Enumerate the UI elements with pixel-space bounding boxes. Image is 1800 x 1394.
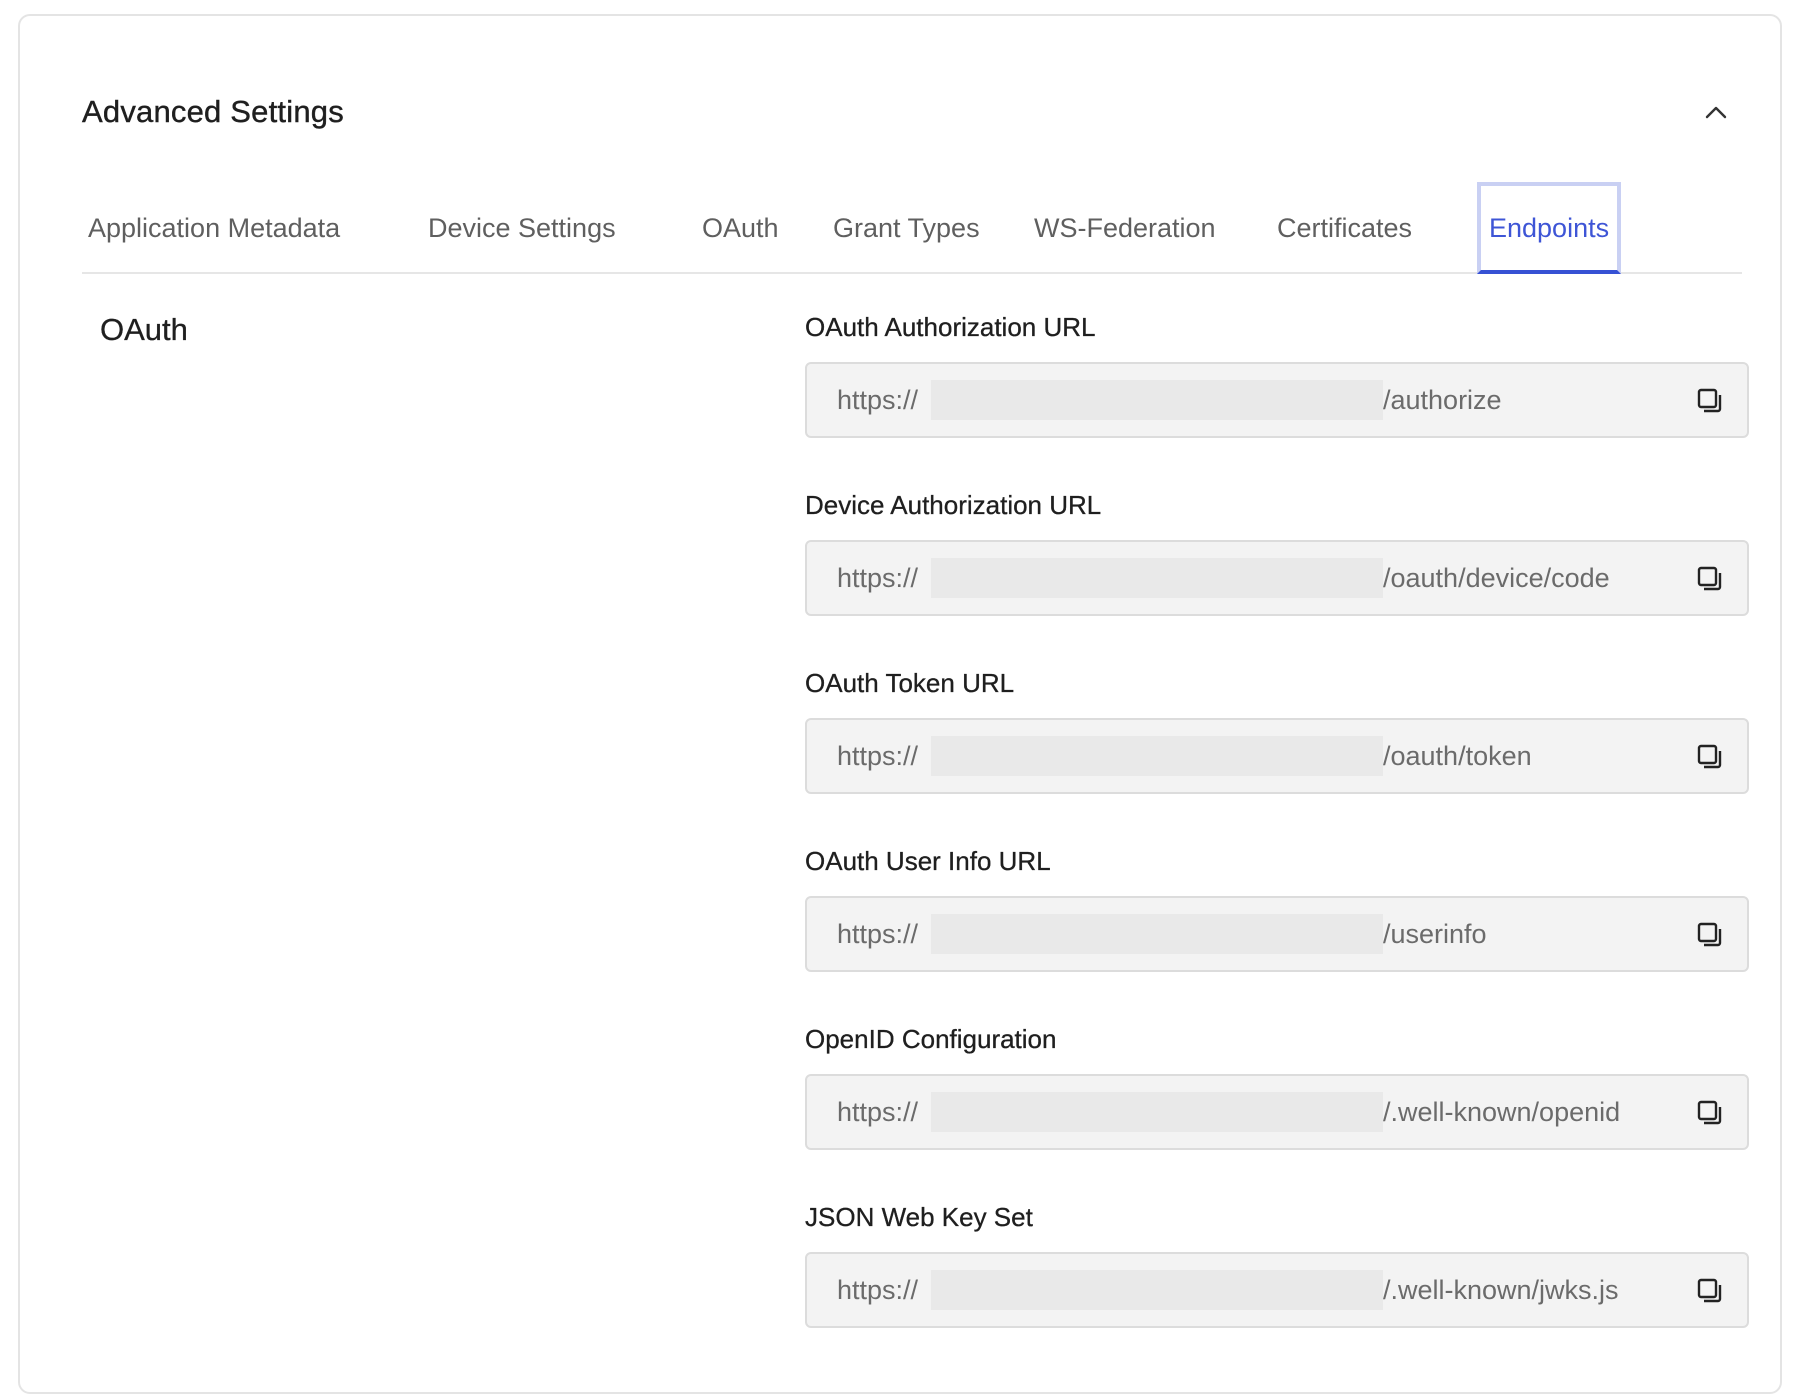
copy-icon (1697, 744, 1722, 769)
url-suffix: /.well-known/openid (1383, 1097, 1621, 1127)
panel-header: Advanced Settings (82, 78, 1742, 150)
redacted-domain (931, 1092, 1383, 1132)
copy-icon (1697, 388, 1722, 413)
tab-application-metadata[interactable]: Application Metadata (80, 182, 348, 274)
oauth-authorization-url-field[interactable]: https:// /authorize (805, 362, 1749, 438)
json-web-key-set-field[interactable]: https:// /.well-known/jwks.js (805, 1252, 1749, 1328)
advanced-settings-panel: Advanced Settings Application Metadata D… (18, 14, 1782, 1394)
redacted-domain (931, 1270, 1383, 1310)
device-authorization-url-label: Device Authorization URL (805, 490, 1102, 520)
collapse-button[interactable] (1690, 86, 1742, 138)
tab-grant-types[interactable]: Grant Types (825, 182, 988, 274)
copy-button[interactable] (1693, 384, 1727, 418)
section-title: OAuth (100, 312, 188, 347)
redacted-domain (931, 914, 1383, 954)
tab-device-settings[interactable]: Device Settings (420, 182, 624, 274)
url-suffix: /oauth/device/code (1383, 563, 1610, 593)
url-prefix: https:// (837, 919, 919, 949)
url-prefix: https:// (837, 1097, 919, 1127)
settings-tabs: Application Metadata Device Settings OAu… (82, 182, 1742, 274)
oauth-authorization-url-label: OAuth Authorization URL (805, 312, 1096, 342)
tab-certificates[interactable]: Certificates (1269, 182, 1420, 274)
copy-icon (1697, 1278, 1722, 1303)
url-prefix: https:// (837, 563, 919, 593)
openid-configuration-label: OpenID Configuration (805, 1024, 1057, 1054)
oauth-user-info-url-field[interactable]: https:// /userinfo (805, 896, 1749, 972)
redacted-domain (931, 380, 1383, 420)
url-suffix: /oauth/token (1383, 741, 1532, 771)
copy-button[interactable] (1693, 562, 1727, 596)
copy-button[interactable] (1693, 918, 1727, 952)
openid-configuration-field[interactable]: https:// /.well-known/openid (805, 1074, 1749, 1150)
copy-button[interactable] (1693, 740, 1727, 774)
url-prefix: https:// (837, 385, 919, 415)
url-suffix: /authorize (1383, 385, 1502, 415)
redacted-domain (931, 558, 1383, 598)
copy-icon (1697, 1100, 1722, 1125)
url-prefix: https:// (837, 741, 919, 771)
tab-ws-federation[interactable]: WS-Federation (1026, 182, 1224, 274)
url-prefix: https:// (837, 1275, 919, 1305)
tab-endpoints[interactable]: Endpoints (1477, 182, 1622, 274)
copy-icon (1697, 922, 1722, 947)
oauth-user-info-url-label: OAuth User Info URL (805, 846, 1051, 876)
copy-icon (1697, 566, 1722, 591)
device-authorization-url-field[interactable]: https:// /oauth/device/code (805, 540, 1749, 616)
oauth-token-url-field[interactable]: https:// /oauth/token (805, 718, 1749, 794)
copy-button[interactable] (1693, 1096, 1727, 1130)
redacted-domain (931, 736, 1383, 776)
url-suffix: /userinfo (1383, 919, 1487, 949)
chevron-up-icon (1705, 106, 1727, 119)
panel-title: Advanced Settings (82, 94, 344, 129)
tab-oauth[interactable]: OAuth (694, 182, 787, 274)
url-suffix: /.well-known/jwks.js (1383, 1275, 1619, 1305)
json-web-key-set-label: JSON Web Key Set (805, 1202, 1033, 1232)
oauth-token-url-label: OAuth Token URL (805, 668, 1015, 698)
copy-button[interactable] (1693, 1274, 1727, 1308)
